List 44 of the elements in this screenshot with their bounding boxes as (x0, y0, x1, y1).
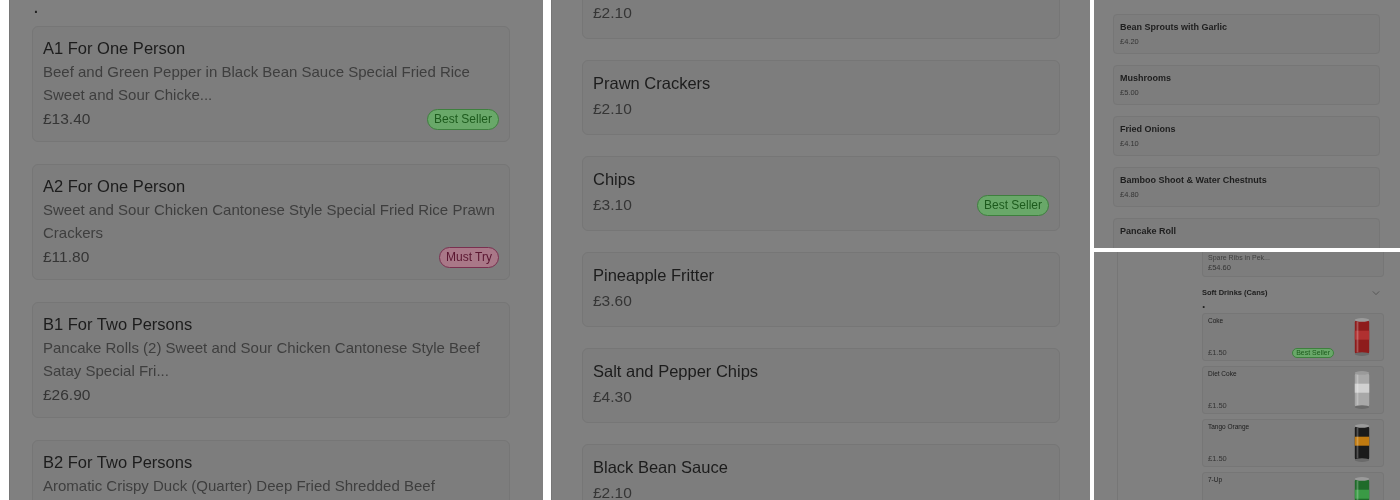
item-price: £11.80 (43, 248, 90, 266)
badge: Best Seller (976, 194, 1049, 216)
item-title: B2 For Two Persons (43, 452, 194, 473)
item-title: Bean Sprouts with Garlic (1120, 21, 1229, 34)
item-title: Pancake Roll (1120, 225, 1178, 238)
item-title: Pineapple Fritter (593, 265, 716, 286)
chevron-icon[interactable] (1372, 288, 1380, 297)
item-description: Beef and Green Pepper in Black Bean Sauce Special Fried Rice Sweet and Sour Chicke... (43, 62, 471, 105)
item-price: £4.30 (593, 388, 632, 406)
item-title: Chips (593, 169, 637, 190)
menu-item-card[interactable]: Black Bean Sauce £2.10 (582, 444, 1060, 500)
dot-marker: . (34, 2, 39, 14)
badge: Must Try (439, 246, 499, 268)
item-price: £3.10 (593, 196, 632, 214)
item-title: Fried Onions (1120, 123, 1177, 136)
item-title: A2 For One Person (43, 176, 187, 197)
item-price: £13.40 (43, 110, 91, 128)
menu-item-card[interactable]: A1 For One Person Beef and Green Pepper in Black Bean Sauce Special Fried Rice Sweet and Sour Chicke... £13.40 Best Seller (32, 26, 510, 142)
item-title: B1 For Two Persons (43, 314, 194, 335)
menu-item-card[interactable]: B1 For Two Persons Pancake Rolls (2) Sweet and Sour Chicken Cantonese Style Beef Satay Special Fri... £26.90 (32, 302, 510, 418)
item-description: Sweet and Sour Chicken Cantonese Style Special Fried Rice Prawn Crackers (43, 200, 496, 243)
item-title: A1 For One Person (43, 38, 187, 59)
menu-item-card[interactable]: £2.10 (582, 0, 1060, 39)
menu-item-card[interactable]: A2 For One Person Sweet and Sour Chicken Cantonese Style Special Fried Rice Prawn Crackers £11.80 Must Try (32, 164, 510, 280)
menu-item-card[interactable]: Prawn Crackers £2.10 (582, 60, 1060, 135)
item-title: Mushrooms (1120, 72, 1172, 85)
menu-item-card[interactable]: Pancake Roll (1113, 218, 1380, 248)
item-description: Pancake Rolls (2) Sweet and Sour Chicken Cantonese Style Beef Satay Special Fri... (43, 338, 481, 381)
menu-item-card[interactable]: Chips £3.10 Best Seller (582, 156, 1060, 231)
item-title: Salt and Pepper Chips (593, 361, 760, 382)
item-price: £26.90 (43, 386, 91, 404)
badge: Best Seller (426, 108, 499, 130)
item-title: Bamboo Shoot & Water Chestnuts (1120, 174, 1268, 187)
menu-item-card[interactable]: Pineapple Fritter £3.60 (582, 252, 1060, 327)
item-title: Prawn Crackers (593, 73, 712, 94)
item-price: £2.10 (593, 100, 632, 118)
dot-marker: . (1202, 298, 1207, 310)
item-price: £3.60 (593, 292, 632, 310)
item-price: £2.10 (593, 484, 632, 500)
menu-item-card[interactable]: Salt and Pepper Chips £4.30 (582, 348, 1060, 423)
item-price: £2.10 (593, 4, 632, 22)
item-description: Aromatic Crispy Duck (Quarter) Deep Fried Shredded Beef (43, 476, 436, 496)
menu-item-card[interactable]: B2 For Two Persons Aromatic Crispy Duck (Quarter) Deep Fried Shredded Beef (32, 440, 510, 500)
item-title: Black Bean Sauce (593, 457, 729, 478)
